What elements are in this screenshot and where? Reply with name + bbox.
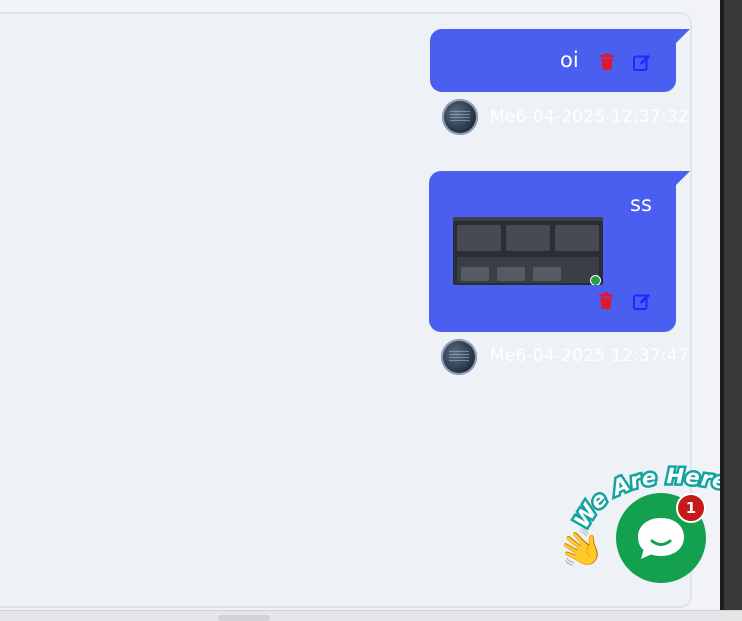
sender-name: Me <box>490 107 516 127</box>
edit-icon[interactable] <box>632 52 652 72</box>
thumb-card <box>457 225 501 251</box>
notification-badge: 1 <box>676 493 706 523</box>
thumb-card <box>555 225 599 251</box>
message-text: ss <box>630 192 652 216</box>
scrollbar-thumb[interactable] <box>218 615 270 621</box>
timestamp: 6-04-2025 12:37:32 <box>515 107 689 127</box>
avatar <box>441 339 477 375</box>
bubble-tail <box>676 29 690 43</box>
delete-icon[interactable] <box>596 291 616 311</box>
message-meta: Me6-04-2025 12:37:47 <box>490 346 689 366</box>
message-bubble-2: ss <box>429 171 690 332</box>
avatar <box>442 99 478 135</box>
attachment-image[interactable] <box>453 217 603 285</box>
message-text: oi <box>560 48 579 72</box>
chat-widget[interactable]: We Are Here! 👋 1 <box>553 448 742 588</box>
message-meta: Me6-04-2025 12:37:32 <box>490 107 689 127</box>
message-bubble-1: oi <box>430 29 690 92</box>
thumb-widget-dot <box>590 275 601 285</box>
delete-icon[interactable] <box>597 52 617 72</box>
thumb-tile <box>497 267 525 281</box>
bubble-tail <box>676 171 690 185</box>
thumb-tile <box>461 267 489 281</box>
thumb-navbar <box>453 217 603 221</box>
edit-icon[interactable] <box>632 291 652 311</box>
window-edge <box>720 0 742 610</box>
thumb-tile <box>533 267 561 281</box>
horizontal-scrollbar[interactable] <box>0 610 742 621</box>
thumb-card <box>506 225 550 251</box>
timestamp: 6-04-2025 12:37:47 <box>515 346 689 366</box>
sender-name: Me <box>490 346 516 366</box>
